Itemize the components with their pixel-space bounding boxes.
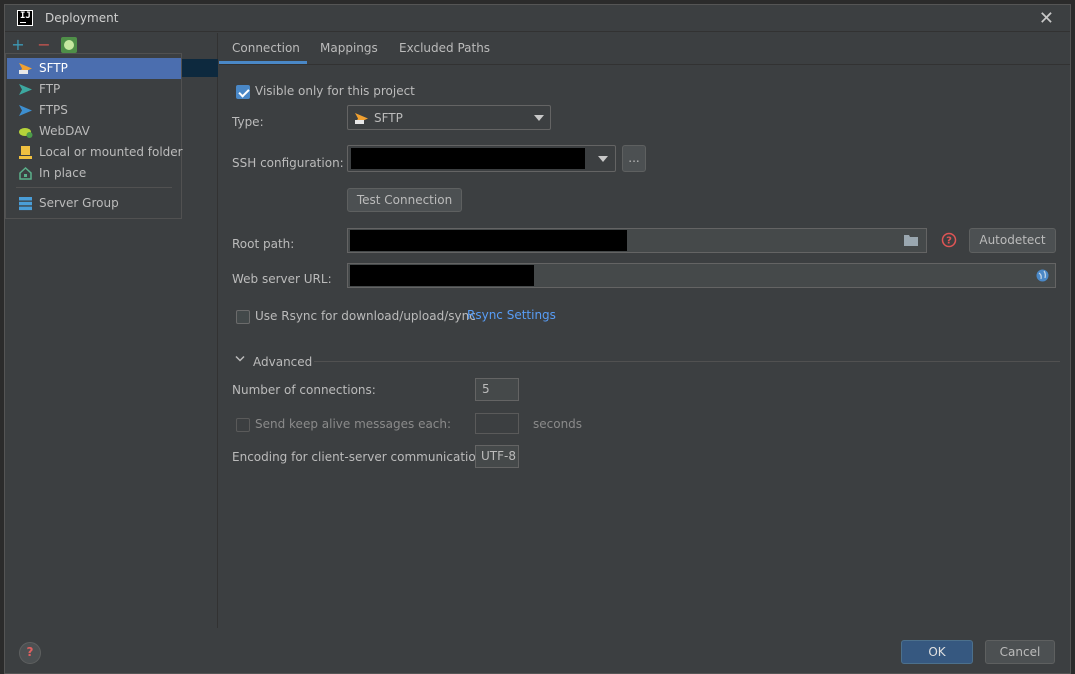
use-rsync-checkbox[interactable] [236, 310, 250, 324]
popup-item-in-place[interactable]: In place [7, 163, 181, 184]
popup-item-sftp[interactable]: SFTP [7, 58, 181, 79]
intellij-app-icon: IJ [17, 10, 33, 26]
ssh-config-select[interactable] [347, 145, 616, 172]
popup-item-label: In place [39, 166, 87, 180]
folder-icon[interactable] [904, 234, 918, 246]
ftps-icon [19, 105, 32, 116]
webdav-icon [19, 128, 33, 138]
popup-item-label: Local or mounted folder [39, 145, 183, 159]
tab-excluded-paths[interactable]: Excluded Paths [399, 41, 490, 55]
remove-server-button[interactable]: − [36, 37, 52, 53]
popup-item-ftp[interactable]: FTP [7, 79, 181, 100]
sftp-icon [19, 63, 32, 74]
help-icon[interactable] [19, 642, 41, 664]
visible-only-label: Visible only for this project [255, 84, 415, 98]
root-path-input[interactable] [347, 228, 927, 253]
svg-text:?: ? [946, 236, 952, 247]
chevron-down-icon [534, 115, 544, 121]
sftp-icon [355, 113, 368, 124]
popup-item-ftps[interactable]: FTPS [7, 100, 181, 121]
keep-alive-label: Send keep alive messages each: [255, 417, 452, 431]
visible-only-checkbox[interactable] [236, 85, 250, 99]
chevron-down-icon[interactable] [235, 355, 245, 363]
popup-item-label: WebDAV [39, 124, 90, 138]
redacted-ssh-value [351, 148, 585, 169]
selected-server-row[interactable] [180, 59, 218, 77]
add-server-button[interactable]: + [10, 37, 26, 53]
connections-input[interactable]: 5 [475, 378, 519, 401]
redacted-root-path [350, 230, 627, 251]
servers-panel: + − SFTP FTP FTPS WebDAV Local or mounte… [5, 33, 218, 628]
popup-item-label: SFTP [39, 61, 68, 75]
ssh-browse-button[interactable]: ... [622, 145, 646, 172]
local-folder-icon [19, 146, 32, 159]
chevron-down-icon [598, 156, 608, 162]
test-connection-button[interactable]: Test Connection [347, 188, 462, 212]
rsync-settings-link[interactable]: Rsync Settings [467, 308, 556, 322]
globe-icon[interactable] [1036, 269, 1049, 282]
tab-connection[interactable]: Connection [232, 41, 300, 55]
root-path-label: Root path: [232, 237, 295, 251]
redacted-web-url [350, 265, 534, 286]
ssh-config-label: SSH configuration: [232, 156, 344, 170]
advanced-divider [314, 361, 1060, 362]
tab-mappings[interactable]: Mappings [320, 41, 378, 55]
ftp-icon [19, 84, 32, 95]
deployment-dialog: IJ Deployment ✕ + − SFTP FTP FTPS WebDAV [4, 4, 1071, 674]
autodetect-button[interactable]: Autodetect [969, 228, 1056, 253]
tab-bar: Connection Mappings Excluded Paths [219, 33, 1070, 65]
web-server-url-label: Web server URL: [232, 272, 332, 286]
server-type-popup: SFTP FTP FTPS WebDAV Local or mounted fo… [5, 53, 183, 219]
keep-alive-unit: seconds [533, 417, 583, 431]
advanced-section-label[interactable]: Advanced [253, 355, 312, 369]
active-tab-indicator [219, 61, 307, 64]
help-error-icon[interactable]: ? [941, 232, 957, 248]
encoding-input[interactable]: UTF-8 [475, 445, 519, 468]
keep-alive-checkbox[interactable] [236, 418, 250, 432]
server-group-icon [19, 197, 32, 211]
popup-item-webdav[interactable]: WebDAV [7, 121, 181, 142]
web-server-url-input[interactable] [347, 263, 1056, 288]
in-place-icon [19, 166, 32, 180]
popup-item-label: FTP [39, 82, 61, 96]
popup-separator [16, 187, 172, 188]
type-select-value: SFTP [374, 111, 403, 125]
title-bar: IJ Deployment ✕ [5, 5, 1070, 32]
close-icon[interactable]: ✕ [1039, 8, 1054, 29]
type-select[interactable]: SFTP [347, 105, 551, 130]
type-label: Type: [232, 115, 264, 129]
popup-item-local-folder[interactable]: Local or mounted folder [7, 142, 183, 163]
encoding-label: Encoding for client-server communication… [232, 450, 488, 464]
set-default-check-icon[interactable] [61, 37, 77, 53]
cancel-button[interactable]: Cancel [985, 640, 1055, 664]
ok-button[interactable]: OK [901, 640, 973, 664]
use-rsync-label: Use Rsync for download/upload/sync [255, 309, 476, 323]
popup-item-server-group[interactable]: Server Group [7, 193, 181, 214]
keep-alive-input[interactable] [475, 413, 519, 434]
window-title: Deployment [45, 11, 119, 25]
connections-label: Number of connections: [232, 383, 376, 397]
popup-item-label: Server Group [39, 196, 119, 210]
settings-panel: Connection Mappings Excluded Paths Visib… [219, 33, 1070, 628]
popup-item-label: FTPS [39, 103, 68, 117]
